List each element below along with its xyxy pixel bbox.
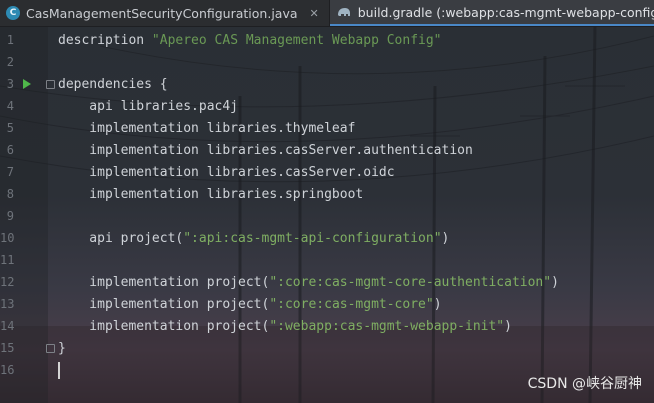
line-number: 13 xyxy=(0,297,15,311)
string-literal: ":core:cas-mgmt-core" xyxy=(269,296,434,312)
code-text: implementation project(":core:cas-mgmt-c… xyxy=(58,296,442,312)
fold-region-icon[interactable] xyxy=(46,79,55,89)
line-number: 15 xyxy=(0,341,15,355)
string-literal: ":api:cas-mgmt-api-configuration" xyxy=(183,230,442,246)
line-number: 1 xyxy=(6,33,14,47)
run-gutter-icon[interactable] xyxy=(23,79,31,89)
code-line[interactable]: 3 dependencies { xyxy=(0,73,654,95)
code-line[interactable]: 12 implementation project(":core:cas-mgm… xyxy=(0,271,654,293)
code-line[interactable]: 11 xyxy=(0,249,654,271)
line-number: 7 xyxy=(6,165,14,179)
editor-tab-bar: C CasManagementSecurityConfiguration.jav… xyxy=(0,0,654,27)
line-number: 16 xyxy=(0,363,15,377)
line-number: 6 xyxy=(6,143,14,157)
string-literal: "Apereo CAS Management Webapp Config" xyxy=(151,32,442,48)
code-text: implementation project(":core:cas-mgmt-c… xyxy=(58,274,559,290)
code-line[interactable]: 8 implementation libraries.springboot xyxy=(0,183,654,205)
string-literal: ":core:cas-mgmt-core-authentication" xyxy=(269,274,552,290)
fold-region-icon[interactable] xyxy=(46,343,55,353)
line-number: 12 xyxy=(0,275,15,289)
code-line[interactable]: 7 implementation libraries.casServer.oid… xyxy=(0,161,654,183)
gradle-elephant-icon xyxy=(337,8,350,16)
line-number: 14 xyxy=(0,319,15,333)
watermark-text: CSDN @峡谷厨神 xyxy=(527,376,642,392)
tab-security-configuration[interactable]: C CasManagementSecurityConfiguration.jav… xyxy=(0,0,330,26)
code-line[interactable]: 14 implementation project(":webapp:cas-m… xyxy=(0,315,654,337)
code-text: implementation libraries.springboot xyxy=(58,186,364,202)
code-line[interactable]: 9 xyxy=(0,205,654,227)
line-number: 3 xyxy=(6,77,14,91)
line-number: 5 xyxy=(6,121,14,135)
code-line[interactable]: 13 implementation project(":core:cas-mgm… xyxy=(0,293,654,315)
code-text: implementation libraries.casServer.authe… xyxy=(58,142,473,158)
code-line[interactable]: 10 api project(":api:cas-mgmt-api-config… xyxy=(0,227,654,249)
code-text: } xyxy=(58,340,66,356)
code-text: implementation libraries.thymeleaf xyxy=(58,120,356,136)
tab-label: CasManagementSecurityConfiguration.java xyxy=(26,5,298,21)
line-number: 11 xyxy=(0,253,15,267)
code-line[interactable]: 2 xyxy=(0,51,654,73)
line-number: 2 xyxy=(6,55,14,69)
close-tab-icon[interactable]: ✕ xyxy=(310,7,319,20)
string-literal: ":webapp:cas-mgmt-webapp-init" xyxy=(269,318,505,334)
code-line[interactable]: 4 api libraries.pac4j xyxy=(0,95,654,117)
code-line[interactable]: 15 } xyxy=(0,337,654,359)
tab-label: build.gradle (:webapp:cas-mgmt-webapp-co… xyxy=(357,4,654,20)
text-caret xyxy=(58,361,60,379)
code-text: implementation project(":webapp:cas-mgmt… xyxy=(58,318,512,334)
code-text: description "Apereo CAS Management Webap… xyxy=(58,32,442,48)
code-line[interactable]: 6 implementation libraries.casServer.aut… xyxy=(0,139,654,161)
code-text: api project(":api:cas-mgmt-api-configura… xyxy=(58,230,450,246)
line-number: 10 xyxy=(0,231,15,245)
line-number: 4 xyxy=(6,99,14,113)
code-text: dependencies { xyxy=(58,76,168,92)
code-editor[interactable]: 1 description "Apereo CAS Management Web… xyxy=(0,27,654,403)
line-number: 8 xyxy=(6,187,14,201)
java-class-icon: C xyxy=(6,6,20,20)
code-line[interactable]: 1 description "Apereo CAS Management Web… xyxy=(0,29,654,51)
line-number: 9 xyxy=(6,209,14,223)
code-text: implementation libraries.casServer.oidc xyxy=(58,164,395,180)
code-line[interactable]: 5 implementation libraries.thymeleaf xyxy=(0,117,654,139)
tab-build-gradle[interactable]: build.gradle (:webapp:cas-mgmt-webapp-co… xyxy=(329,0,654,26)
code-text: api libraries.pac4j xyxy=(58,98,239,114)
